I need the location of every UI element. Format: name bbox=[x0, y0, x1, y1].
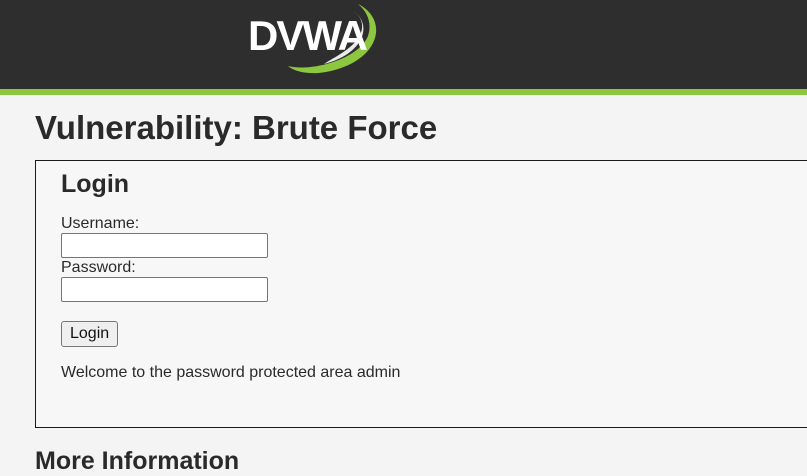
welcome-message: Welcome to the password protected area a… bbox=[61, 364, 401, 381]
password-input[interactable] bbox=[61, 277, 268, 302]
login-button[interactable]: Login bbox=[61, 321, 119, 347]
login-heading: Login bbox=[61, 170, 130, 198]
login-panel: Login Username: Password: Login Welcome … bbox=[35, 160, 807, 428]
password-label: Password: bbox=[61, 259, 136, 276]
header-accent-stripe bbox=[0, 89, 807, 95]
logo-text: DVWA bbox=[248, 12, 368, 59]
username-label: Username: bbox=[61, 215, 140, 232]
username-input[interactable] bbox=[61, 233, 268, 258]
more-information-heading: More Information bbox=[35, 447, 240, 475]
page-title: Vulnerability: Brute Force bbox=[35, 109, 438, 146]
site-header: DVWA bbox=[0, 0, 807, 89]
dvwa-logo[interactable]: DVWA bbox=[240, 0, 390, 78]
